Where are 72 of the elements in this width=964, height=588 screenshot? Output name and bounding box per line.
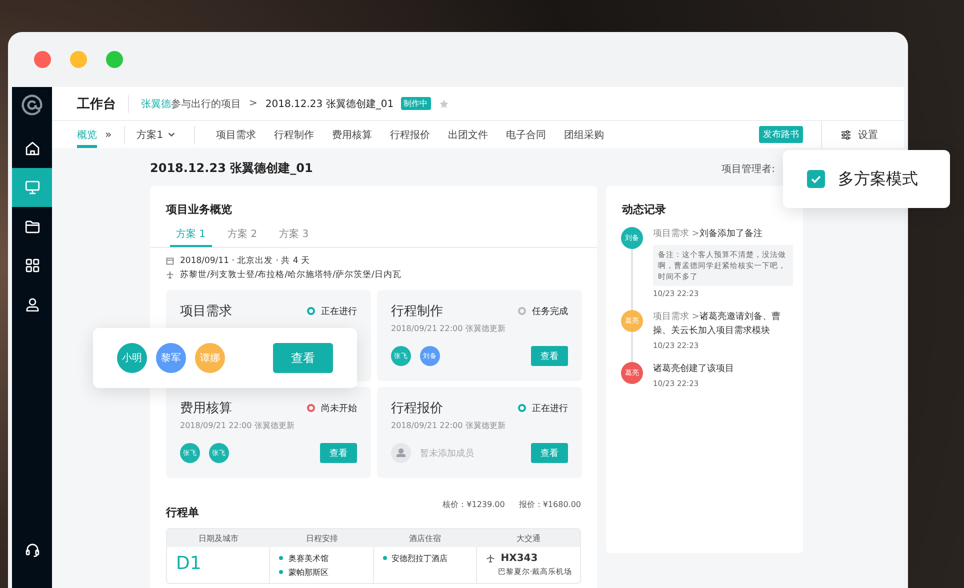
plane-icon <box>166 271 174 279</box>
member-avatar: 黎军 <box>156 343 186 373</box>
home-icon <box>24 140 40 157</box>
route-info: 苏黎世/列支敦士登/布拉格/哈尔施塔特/萨尔茨堡/日内瓦 <box>180 269 402 281</box>
status-label: 正在进行 <box>321 306 357 318</box>
settings-icon <box>840 128 852 140</box>
grid-icon <box>24 257 40 274</box>
breadcrumb-current: 2018.12.23 张翼德创建_01 <box>265 98 394 110</box>
headset-icon[interactable] <box>24 541 40 558</box>
close-button[interactable] <box>34 51 51 68</box>
plan-tab[interactable]: 方案 2 <box>222 227 264 247</box>
empty-members-text: 暂未添加成员 <box>420 448 474 460</box>
page-title: 工作台 <box>77 96 116 112</box>
nav-tab[interactable]: 团组采购 <box>564 128 604 142</box>
logo-icon <box>21 94 43 116</box>
day-label: D1 <box>176 553 202 574</box>
maximize-button[interactable] <box>106 51 123 68</box>
update-info: 2018/09/21 22:00 张翼德更新 <box>391 323 506 334</box>
cost-price: 核价：¥1239.00 <box>442 499 505 510</box>
plan-dropdown[interactable]: 方案1 <box>136 128 182 142</box>
monitor-icon <box>24 179 40 196</box>
manager-label: 项目管理者: <box>722 162 775 176</box>
module-title: 费用核算 <box>180 400 233 417</box>
member-avatar: 谭娜 <box>195 343 225 373</box>
module-title: 行程制作 <box>391 303 444 320</box>
plane-icon <box>486 554 495 563</box>
quote-price: 报价：¥1680.00 <box>518 499 581 510</box>
column-header: 日程安排 <box>304 532 339 544</box>
section-title: 动态记录 <box>620 202 667 217</box>
calendar-icon <box>166 257 174 265</box>
star-icon[interactable] <box>438 98 449 108</box>
settings-button[interactable]: 设置 <box>840 128 878 142</box>
column-header: 酒店住宿 <box>408 532 442 544</box>
update-info: 2018/09/21 22:00 张翼德更新 <box>391 420 506 431</box>
plan-tab[interactable]: 方案 3 <box>273 227 315 247</box>
checkbox-label: 多方案模式 <box>838 168 918 190</box>
schedule-item: 奥赛美术馆 <box>279 553 368 564</box>
module-title: 项目需求 <box>180 303 233 320</box>
column-header: 大交通 <box>515 532 542 544</box>
column-header: 日期及城市 <box>198 532 240 544</box>
breadcrumb-link[interactable]: 参与出行的项目 <box>171 96 241 110</box>
activity-text: 项目需求 >刘备添加了备注 <box>653 228 764 241</box>
schedule-item: 蒙帕那斯区 <box>279 567 368 578</box>
minimize-button[interactable] <box>70 51 87 68</box>
nav-tab[interactable]: 项目需求 <box>216 128 256 142</box>
nav-tab[interactable]: 行程制作 <box>274 128 314 142</box>
expand-toggle[interactable]: » <box>105 128 112 141</box>
activity-text: 诸葛亮创建了该项目 <box>653 362 735 376</box>
section-title: 行程单 <box>164 505 200 520</box>
flight-number: HX343 <box>500 553 538 564</box>
breadcrumb-separator: > <box>249 98 258 109</box>
status-badge: 制作中 <box>400 97 431 110</box>
user-icon <box>24 296 40 313</box>
nav-tab[interactable]: 出团文件 <box>448 128 488 142</box>
nav-tab[interactable]: 费用核算 <box>332 128 372 142</box>
update-info: 2018/09/21 22:00 张翼德更新 <box>180 420 296 431</box>
section-title: 项目业务概览 <box>164 202 233 217</box>
empty-avatar-icon <box>391 443 411 463</box>
nav-tab[interactable]: 电子合同 <box>506 128 546 142</box>
folder-icon <box>24 218 40 235</box>
module-title: 行程报价 <box>391 400 444 417</box>
member-avatar: 小明 <box>117 343 147 373</box>
checkbox[interactable] <box>807 170 825 188</box>
trip-info: 2018/09/11 · 北京出发 · 共 4 天 <box>180 255 310 267</box>
nav-tab[interactable]: 行程报价 <box>390 128 430 142</box>
activity-text: 项目需求 >诸葛亮邀请刘备、曹操、关云长加入项目需求模块 <box>653 310 782 338</box>
project-title: 2018.12.23 张翼德创建_01 <box>150 160 314 177</box>
status-label: 尚未开始 <box>321 402 357 414</box>
chevron-icon <box>167 130 176 139</box>
status-label: 正在进行 <box>532 402 568 414</box>
hotel-item: 安德烈拉丁酒店 <box>382 553 471 564</box>
status-label: 任务完成 <box>532 306 568 318</box>
